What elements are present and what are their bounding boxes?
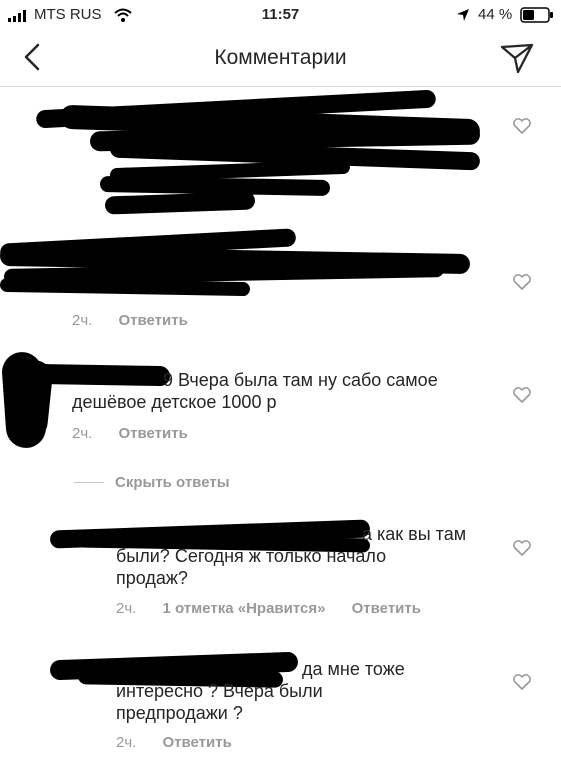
comment-text: 9 Вчера была там ну сабо самое <box>163 370 438 390</box>
comment-time: 2ч. <box>72 312 93 329</box>
reply-text: интересно ? Вчера были <box>116 681 323 701</box>
clock: 11:57 <box>261 6 300 23</box>
comment-text: дешёвое детское 1000 р <box>72 392 277 412</box>
reply-button[interactable]: Ответить <box>352 600 421 617</box>
hide-replies-button[interactable]: Скрыть ответы <box>115 474 230 491</box>
redaction-scribble <box>104 191 256 215</box>
likes-count-link[interactable]: 1 отметка «Нравится» <box>163 600 326 617</box>
reply-text: предпродажи ? <box>116 703 243 723</box>
reply-meta: 2ч. 1 отметка «Нравится» Ответить <box>116 600 421 617</box>
page-title: Комментарии <box>214 46 347 69</box>
like-heart-icon[interactable] <box>512 117 532 140</box>
location-arrow-icon <box>457 9 469 21</box>
reply-text: а как вы там <box>362 524 467 544</box>
navigation-header: Комментарии <box>0 30 561 87</box>
redaction-scribble <box>0 277 251 297</box>
like-heart-icon[interactable] <box>512 386 532 409</box>
divider-line <box>74 482 104 483</box>
like-heart-icon[interactable] <box>512 673 532 696</box>
comment-meta: 2ч. Ответить <box>72 312 188 329</box>
comment-meta: 2ч. Ответить <box>72 425 188 442</box>
reply-meta: 2ч. Ответить <box>116 734 232 751</box>
like-heart-icon[interactable] <box>512 273 532 296</box>
redaction-scribble <box>29 363 171 387</box>
reply-time: 2ч. <box>116 734 137 751</box>
reply-button[interactable]: Ответить <box>163 734 232 751</box>
reply-button[interactable]: Ответить <box>119 425 188 442</box>
reply-text: да мне тоже <box>302 659 405 679</box>
comment-time: 2ч. <box>72 425 93 442</box>
like-heart-icon[interactable] <box>512 539 532 562</box>
reply-text: продаж? <box>116 568 188 588</box>
direct-send-icon[interactable] <box>500 42 534 74</box>
battery-percent: 44 % <box>478 6 513 23</box>
status-bar: MTS RUS 11:57 44 % <box>0 0 561 30</box>
hide-replies-label: Скрыть ответы <box>115 474 230 491</box>
reply-time: 2ч. <box>116 600 137 617</box>
reply-button[interactable]: Ответить <box>119 312 188 329</box>
battery-icon <box>520 7 553 23</box>
reply-text: были? Сегодня ж только начало <box>116 546 387 566</box>
